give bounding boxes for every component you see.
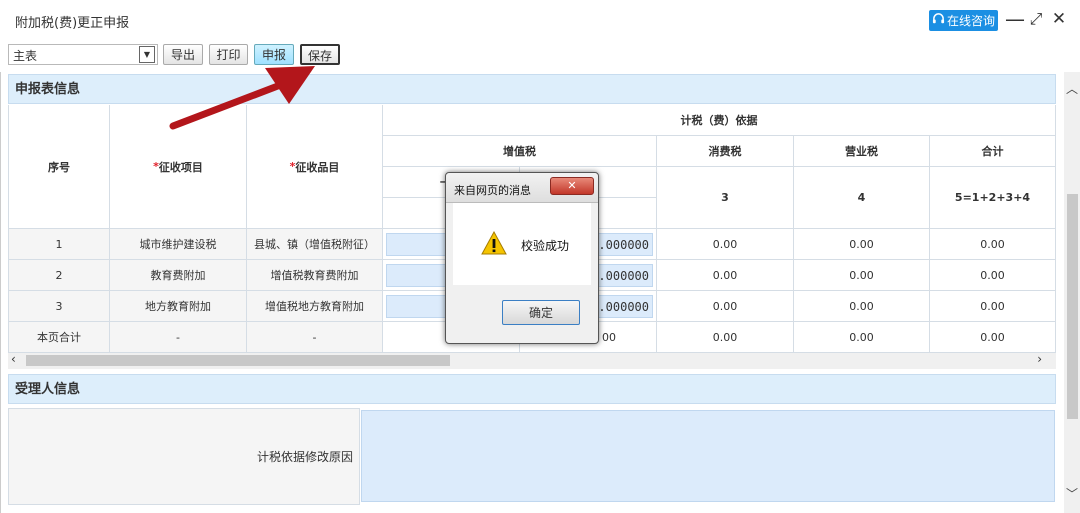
row1-business: 0.00 xyxy=(794,229,930,260)
chevron-up-icon[interactable]: ︿ xyxy=(1066,80,1078,97)
row2-seq: 2 xyxy=(8,260,110,291)
dialog-message: 校验成功 xyxy=(521,239,570,253)
online-consult-label: 在线咨询 xyxy=(946,14,995,28)
header-col3: 3 xyxy=(657,167,794,229)
chevron-right-icon[interactable]: › xyxy=(1037,352,1042,366)
reason-label: 计税依据修改原因 xyxy=(8,408,360,505)
vertical-scroll-thumb[interactable] xyxy=(1067,194,1078,419)
header-seq: 序号 xyxy=(8,105,110,229)
header-total: 合计 xyxy=(930,136,1056,167)
chevron-down-icon[interactable]: ▼ xyxy=(139,46,155,63)
row1-consumption: 0.00 xyxy=(657,229,794,260)
online-consult-button[interactable]: 在线咨询 xyxy=(929,10,998,31)
page-total-business: 0.00 xyxy=(794,322,930,353)
page-total-subitem: - xyxy=(247,322,383,353)
window-titlebar: 附加税(费)更正申报 在线咨询 — ⤢ ✕ xyxy=(0,0,1080,41)
chevron-down-icon[interactable]: ﹀ xyxy=(1066,485,1078,502)
horizontal-scrollbar[interactable]: ‹ › xyxy=(8,352,1056,369)
row2-total: 0.00 xyxy=(930,260,1056,291)
row2-consumption: 0.00 xyxy=(657,260,794,291)
red-arrow-annotation xyxy=(169,66,315,130)
warning-icon xyxy=(481,231,507,255)
header-business: 营业税 xyxy=(794,136,930,167)
minimize-icon[interactable]: — xyxy=(1005,8,1025,30)
row3-consumption: 0.00 xyxy=(657,291,794,322)
dialog-titlebar: 来自网页的消息 ✕ xyxy=(446,173,598,203)
row3-subitem: 增值税地方教育附加 xyxy=(247,291,383,322)
page-total-label: 本页合计 xyxy=(8,322,110,353)
dialog-title: 来自网页的消息 xyxy=(454,184,531,197)
chevron-left-icon[interactable]: ‹ xyxy=(11,352,16,366)
vertical-scrollbar[interactable]: ︿ ﹀ xyxy=(1064,72,1080,513)
dialog-ok-button[interactable]: 确定 xyxy=(502,300,580,325)
row2-business: 0.00 xyxy=(794,260,930,291)
row1-item: 城市维护建设税 xyxy=(110,229,247,260)
headset-icon xyxy=(932,12,945,29)
row2-subitem: 增值税教育费附加 xyxy=(247,260,383,291)
row1-total: 0.00 xyxy=(930,229,1056,260)
row3-business: 0.00 xyxy=(794,291,930,322)
sheet-select[interactable]: 主表 ▼ xyxy=(8,44,158,65)
reason-textarea[interactable] xyxy=(361,410,1055,502)
header-basis: 计税（费）依据 xyxy=(383,105,1056,136)
row2-item: 教育费附加 xyxy=(110,260,247,291)
dialog-close-icon[interactable]: ✕ xyxy=(550,177,594,195)
dialog-body: 校验成功 xyxy=(453,203,591,285)
page-total-item: - xyxy=(110,322,247,353)
window-title: 附加税(费)更正申报 xyxy=(15,16,130,31)
row3-total: 0.00 xyxy=(930,291,1056,322)
row3-item: 地方教育附加 xyxy=(110,291,247,322)
maximize-icon[interactable]: ⤢ xyxy=(1027,8,1045,30)
horizontal-scroll-thumb[interactable] xyxy=(26,355,450,366)
close-icon[interactable]: ✕ xyxy=(1050,8,1068,30)
header-vat: 增值税 xyxy=(383,136,657,167)
header-consumption: 消费税 xyxy=(657,136,794,167)
page-total-consumption: 0.00 xyxy=(657,322,794,353)
toolbar: 主表 ▼ 导出 打印 申报 保存 xyxy=(0,40,1080,72)
acceptor-section-title: 受理人信息 xyxy=(8,374,1056,404)
row1-subitem: 县城、镇（增值税附征） xyxy=(247,229,383,260)
header-col4: 4 xyxy=(794,167,930,229)
sheet-select-value: 主表 xyxy=(13,49,38,63)
header-col-total: 5=1+2+3+4 xyxy=(930,167,1056,229)
row3-seq: 3 xyxy=(8,291,110,322)
message-dialog: 来自网页的消息 ✕ 校验成功 确定 xyxy=(445,172,599,344)
row1-seq: 1 xyxy=(8,229,110,260)
page-total-total: 0.00 xyxy=(930,322,1056,353)
